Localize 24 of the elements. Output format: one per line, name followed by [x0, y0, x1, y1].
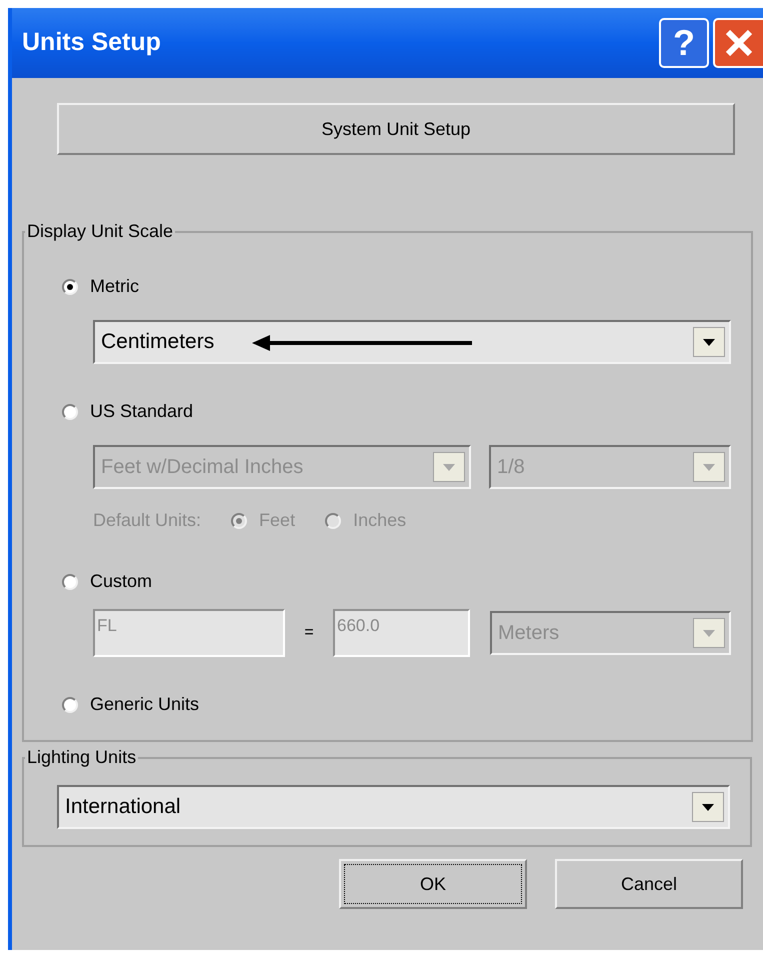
- radio-label: Custom: [90, 570, 152, 593]
- help-button[interactable]: ?: [659, 18, 709, 68]
- dialog-button[interactable]: Cancel: [555, 859, 743, 909]
- default-units-label: Default Units:: [93, 509, 202, 532]
- radio-button[interactable]: [62, 404, 78, 420]
- arrow-icon: [252, 335, 472, 351]
- close-button[interactable]: [713, 18, 763, 68]
- radio-button[interactable]: [62, 696, 78, 712]
- equals-sign: =: [303, 623, 315, 643]
- radio-label: Metric: [90, 275, 139, 298]
- radio-label: Generic Units: [90, 693, 200, 716]
- dropdown[interactable]: International: [57, 785, 730, 829]
- close-icon: [724, 28, 754, 58]
- radio-button[interactable]: [62, 574, 78, 590]
- window-title: Units Setup: [22, 27, 162, 58]
- dropdown[interactable]: Centimeters: [93, 320, 731, 364]
- dialog-button[interactable]: OK: [339, 859, 527, 909]
- group-title: Lighting Units: [26, 746, 138, 769]
- radio-label: Inches: [353, 509, 406, 532]
- radio-label: Feet: [259, 509, 296, 532]
- radio-label: US Standard: [90, 400, 194, 423]
- system-unit-setup-button[interactable]: System Unit Setup: [57, 103, 735, 155]
- radio-button[interactable]: [62, 278, 78, 294]
- group-title: Display Unit Scale: [26, 220, 174, 243]
